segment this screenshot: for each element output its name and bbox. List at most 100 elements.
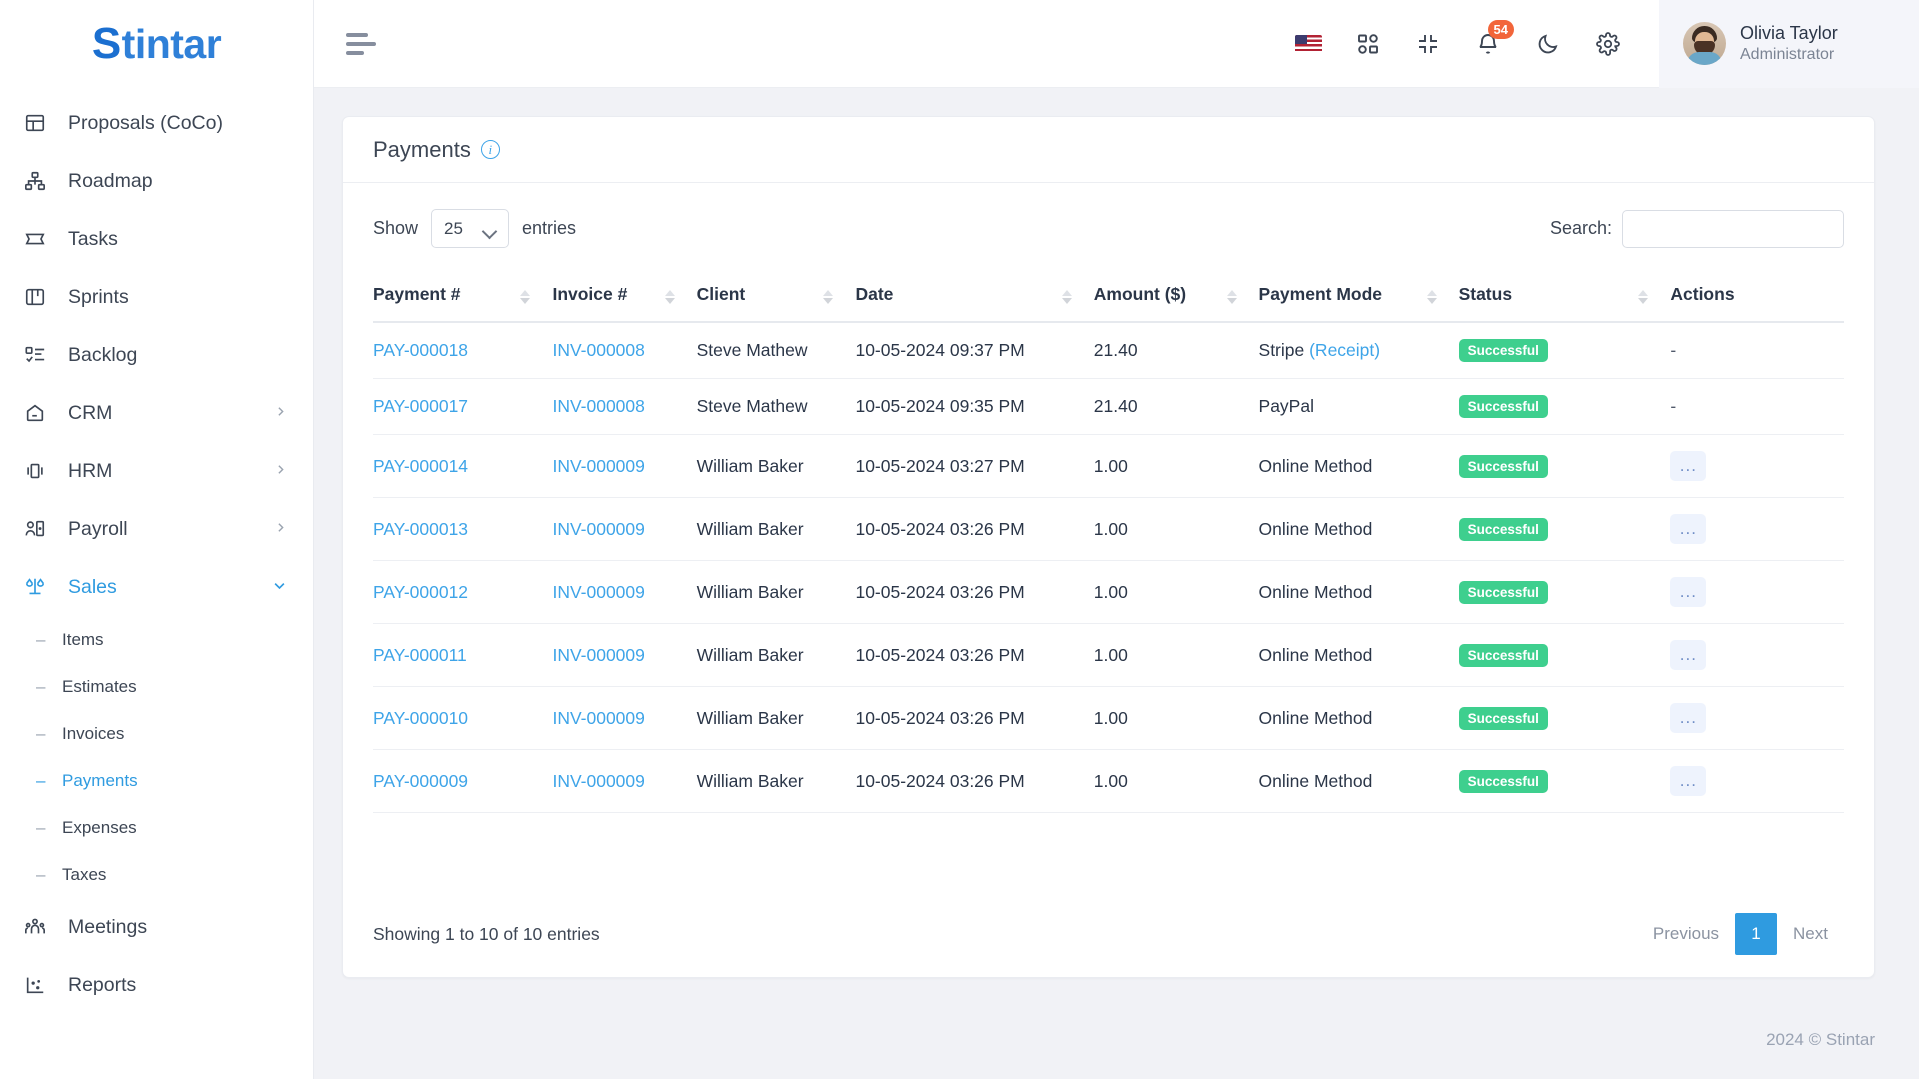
sidebar-item-backlog[interactable]: Backlog xyxy=(0,326,313,384)
cell-amount: 21.40 xyxy=(1093,322,1259,379)
row-actions-button[interactable]: ... xyxy=(1670,451,1707,481)
sidebar-item-sales[interactable]: Sales xyxy=(0,558,313,616)
cell-payment-mode: Online Method xyxy=(1258,749,1459,813)
sidebar-subitem-invoices[interactable]: – Invoices xyxy=(0,710,313,757)
sidebar-subitem-expenses[interactable]: – Expenses xyxy=(0,804,313,851)
sidebar-subitem-payments[interactable]: – Payments xyxy=(0,757,313,804)
dark-mode-moon-icon[interactable] xyxy=(1533,29,1563,59)
receipt-link[interactable]: (Receipt) xyxy=(1309,340,1380,360)
search-input[interactable] xyxy=(1622,209,1844,248)
column-header-date[interactable]: Date xyxy=(855,272,1094,323)
settings-gear-icon[interactable] xyxy=(1593,29,1623,59)
fullscreen-collapse-icon[interactable] xyxy=(1413,29,1443,59)
pagination-next[interactable]: Next xyxy=(1777,915,1844,953)
payment-mode-text: Online Method xyxy=(1258,581,1373,602)
sort-icon[interactable] xyxy=(664,289,675,304)
status-badge: Successful xyxy=(1458,769,1548,793)
pagination-previous[interactable]: Previous xyxy=(1637,915,1735,953)
sidebar-item-hrm[interactable]: HRM xyxy=(0,442,313,500)
cell-amount: 1.00 xyxy=(1093,560,1259,624)
chevron-right-icon xyxy=(274,521,287,538)
page-length-select[interactable]: 10 25 50 100 xyxy=(431,209,510,248)
sidebar-item-tasks[interactable]: Tasks xyxy=(0,210,313,268)
payment-number-link[interactable]: PAY-000014 xyxy=(373,456,468,476)
table-head: Payment # Invoice # Client Date Amount (… xyxy=(373,272,1844,323)
sidebar-subitem-items[interactable]: – Items xyxy=(0,616,313,663)
table-row: PAY-000010 INV-000009 William Baker 10-05-2… xyxy=(373,686,1844,750)
cell-payment-mode: PayPal xyxy=(1258,378,1459,435)
invoice-number-link[interactable]: INV-000009 xyxy=(552,582,644,602)
cell-amount: 1.00 xyxy=(1093,623,1259,687)
invoice-number-link[interactable]: INV-000009 xyxy=(552,771,644,791)
sidebar-item-label: HRM xyxy=(68,459,113,482)
sidebar-item-label: Sales xyxy=(68,575,117,598)
sidebar-item-payroll[interactable]: Payroll xyxy=(0,500,313,558)
sidebar-subitem-taxes[interactable]: – Taxes xyxy=(0,851,313,898)
sort-icon[interactable] xyxy=(520,289,531,304)
payment-number-link[interactable]: PAY-000013 xyxy=(373,519,468,539)
sidebar-subitem-label: Expenses xyxy=(62,817,137,837)
column-header-payment-number[interactable]: Payment # xyxy=(373,272,553,323)
sidebar-item-reports[interactable]: Reports xyxy=(0,956,313,1014)
table-footer: Showing 1 to 10 of 10 entries Previous 1… xyxy=(373,889,1844,977)
language-flag-us-icon[interactable] xyxy=(1293,29,1323,59)
table-row: PAY-000011 INV-000009 William Baker 10-05-2… xyxy=(373,623,1844,687)
invoice-number-link[interactable]: INV-000009 xyxy=(552,708,644,728)
hamburger-icon[interactable] xyxy=(346,32,376,55)
sort-icon[interactable] xyxy=(823,289,834,304)
main-area: 54 Olivia Taylor Administrator Payments … xyxy=(314,0,1919,1079)
sales-icon xyxy=(24,575,54,599)
table-row: PAY-000012 INV-000009 William Baker 10-05-2… xyxy=(373,560,1844,624)
column-header-payment-mode[interactable]: Payment Mode xyxy=(1258,272,1459,323)
payment-number-link[interactable]: PAY-000017 xyxy=(373,396,468,416)
cell-payment-mode: Online Method xyxy=(1258,434,1459,498)
column-label: Actions xyxy=(1670,284,1735,304)
cell-actions: ... xyxy=(1670,749,1844,813)
sidebar-item-label: Backlog xyxy=(68,343,138,366)
invoice-number-link[interactable]: INV-000008 xyxy=(552,396,644,416)
column-header-status[interactable]: Status xyxy=(1458,272,1671,323)
sidebar-item-proposals[interactable]: Proposals (CoCo) xyxy=(0,94,313,152)
sidebar-item-roadmap[interactable]: Roadmap xyxy=(0,152,313,210)
payment-number-link[interactable]: PAY-000018 xyxy=(373,340,468,360)
sort-icon[interactable] xyxy=(1638,289,1649,304)
sidebar-item-label: Roadmap xyxy=(68,169,153,192)
sort-icon[interactable] xyxy=(1226,289,1237,304)
row-actions-button[interactable]: ... xyxy=(1670,640,1707,670)
sidebar-item-meetings[interactable]: Meetings xyxy=(0,898,313,956)
row-actions-button[interactable]: ... xyxy=(1670,703,1707,733)
column-header-amount[interactable]: Amount ($) xyxy=(1093,272,1259,323)
sort-icon[interactable] xyxy=(1061,289,1072,304)
cell-payment-number: PAY-000014 xyxy=(373,434,553,498)
column-header-invoice-number[interactable]: Invoice # xyxy=(552,272,697,323)
invoice-number-link[interactable]: INV-000008 xyxy=(552,340,644,360)
cell-payment-number: PAY-000009 xyxy=(373,749,553,813)
sidebar-item-sprints[interactable]: Sprints xyxy=(0,268,313,326)
invoice-number-link[interactable]: INV-000009 xyxy=(552,645,644,665)
copyright-text: 2024 © Stintar xyxy=(1766,1030,1875,1049)
row-actions-button[interactable]: ... xyxy=(1670,766,1707,796)
payment-number-link[interactable]: PAY-000010 xyxy=(373,708,468,728)
topbar-right: 54 Olivia Taylor Administrator xyxy=(1293,0,1919,88)
user-profile-menu[interactable]: Olivia Taylor Administrator xyxy=(1659,0,1919,88)
sort-icon[interactable] xyxy=(1426,289,1437,304)
payment-number-link[interactable]: PAY-000009 xyxy=(373,771,468,791)
reports-icon xyxy=(24,973,54,997)
apps-grid-icon[interactable] xyxy=(1353,29,1383,59)
brand-logo[interactable]: Stintar xyxy=(0,0,313,88)
invoice-number-link[interactable]: INV-000009 xyxy=(552,519,644,539)
notification-bell-icon[interactable]: 54 xyxy=(1473,19,1514,59)
invoice-number-link[interactable]: INV-000009 xyxy=(552,456,644,476)
row-actions-button[interactable]: ... xyxy=(1670,514,1707,544)
column-header-client[interactable]: Client xyxy=(696,272,856,323)
row-actions-button[interactable]: ... xyxy=(1670,577,1707,607)
sidebar-subitem-estimates[interactable]: – Estimates xyxy=(0,663,313,710)
sidebar-subitem-label: Invoices xyxy=(62,723,125,743)
info-icon[interactable]: i xyxy=(480,140,500,159)
cell-actions: ... xyxy=(1670,497,1844,561)
payment-number-link[interactable]: PAY-000011 xyxy=(373,645,467,665)
pagination-page-1[interactable]: 1 xyxy=(1735,913,1778,955)
sidebar-item-crm[interactable]: CRM xyxy=(0,384,313,442)
brand-logo-mark: S xyxy=(91,19,121,68)
payment-number-link[interactable]: PAY-000012 xyxy=(373,582,468,602)
